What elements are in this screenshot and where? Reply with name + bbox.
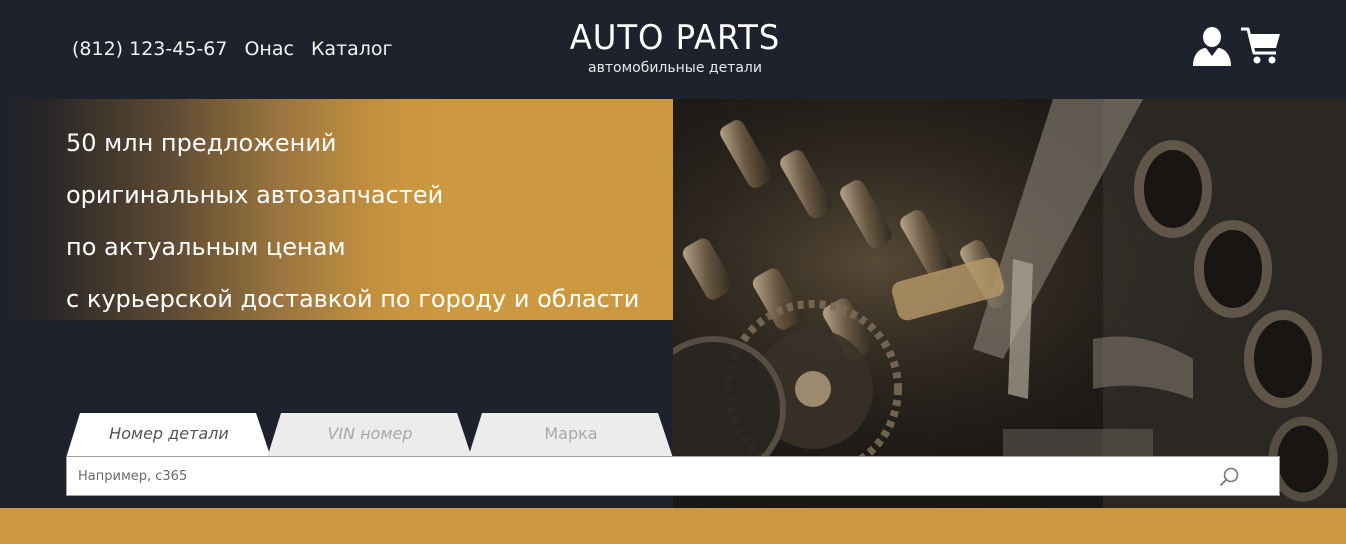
nav-link-about[interactable]: Онас xyxy=(244,38,293,60)
nav-link-catalog[interactable]: Каталог xyxy=(311,38,393,60)
engine-illustration xyxy=(673,99,1346,508)
search-icon[interactable] xyxy=(1219,466,1241,488)
search-input[interactable] xyxy=(67,457,1217,495)
tab-vin[interactable]: VIN номер xyxy=(267,412,473,458)
promo-line-3: по актуальным ценам xyxy=(66,233,346,261)
tab-brand[interactable]: Марка xyxy=(468,412,674,458)
tab-brand-label: Марка xyxy=(544,424,598,443)
logo-title: AUTO PARTS xyxy=(569,18,781,58)
header-nav: (812) 123-45-67 Онас Каталог xyxy=(72,38,410,60)
engine-photo xyxy=(673,99,1346,508)
site-logo[interactable]: AUTO PARTS автомобильные детали xyxy=(560,18,790,76)
search-tabs: Номер детали VIN номер Марка xyxy=(66,412,746,458)
accent-band xyxy=(0,508,1346,544)
search-bar xyxy=(66,456,1280,496)
tab-part-number[interactable]: Номер детали xyxy=(66,412,272,458)
header-icons xyxy=(1192,26,1282,66)
user-icon[interactable] xyxy=(1192,26,1232,66)
promo-line-1: 50 млн предложений xyxy=(66,129,337,157)
tab-part-number-label: Номер детали xyxy=(109,424,229,443)
promo-banner: 50 млн предложений оригинальных автозапч… xyxy=(0,99,673,320)
phone-link[interactable]: (812) 123-45-67 xyxy=(72,38,227,60)
logo-subtitle: автомобильные детали xyxy=(588,60,762,76)
cart-icon[interactable] xyxy=(1240,26,1282,66)
promo-text: 50 млн предложений оригинальных автозапч… xyxy=(66,117,639,325)
tab-vin-label: VIN номер xyxy=(327,424,413,443)
promo-line-2: оригинальных автозапчастей xyxy=(66,181,444,209)
promo-line-4: с курьерской доставкой по городу и облас… xyxy=(66,285,640,313)
site-header: (812) 123-45-67 Онас Каталог AUTO PARTS … xyxy=(0,0,1346,99)
